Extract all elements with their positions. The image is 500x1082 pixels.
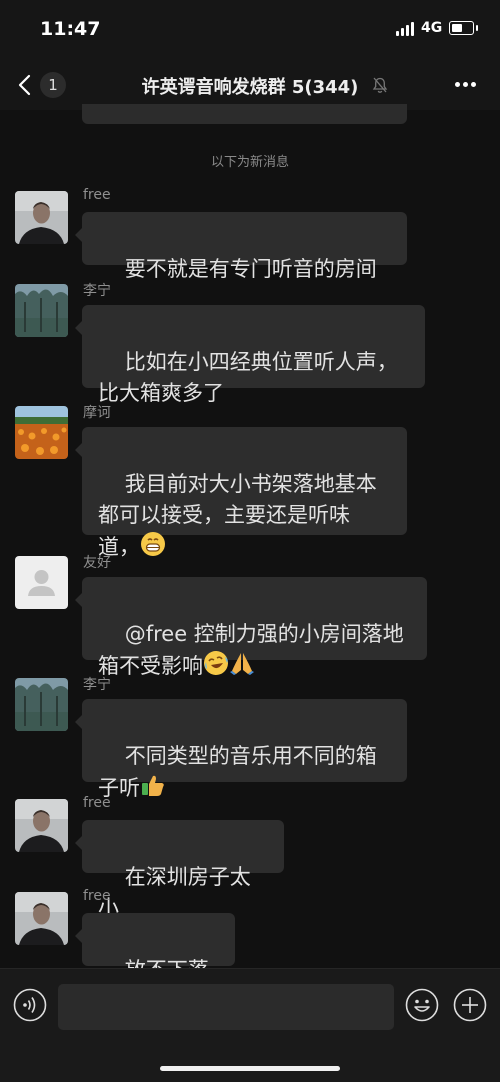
emoji-picker-icon[interactable] bbox=[405, 988, 439, 1022]
voice-input-icon[interactable] bbox=[13, 988, 47, 1022]
avatar[interactable] bbox=[15, 678, 68, 731]
forest-avatar-icon bbox=[15, 284, 68, 337]
previous-message-bubble bbox=[82, 104, 407, 124]
message-bubble[interactable]: 不同类型的音乐用不同的箱 子听 bbox=[75, 699, 407, 800]
sender-name: free bbox=[83, 187, 111, 203]
default-user-avatar-icon bbox=[15, 556, 68, 609]
message-bubble[interactable]: @free 控制力强的小房间落地 箱不受影响 bbox=[75, 577, 427, 678]
avatar[interactable] bbox=[15, 406, 68, 459]
thumbs-up-emoji-icon bbox=[142, 775, 164, 796]
message-bubble[interactable]: 放不下落地 bbox=[75, 913, 235, 1013]
forest-avatar-icon bbox=[15, 678, 68, 731]
sender-name: 友好 bbox=[83, 555, 111, 571]
portrait-avatar-icon bbox=[15, 191, 68, 244]
home-indicator[interactable] bbox=[160, 1066, 340, 1071]
grin-emoji-icon bbox=[141, 532, 165, 556]
portrait-avatar-icon bbox=[15, 799, 68, 852]
avatar[interactable] bbox=[15, 556, 68, 609]
avatar[interactable] bbox=[15, 892, 68, 945]
portrait-avatar-icon bbox=[15, 892, 68, 945]
message-input[interactable] bbox=[58, 984, 394, 1030]
sender-name: free bbox=[83, 795, 111, 811]
avatar[interactable] bbox=[15, 799, 68, 852]
mute-bell-icon bbox=[372, 77, 388, 93]
message-bubble[interactable]: 要不就是有专门听音的房间 bbox=[75, 212, 407, 281]
sender-name: 李宁 bbox=[83, 283, 111, 299]
battery-icon bbox=[449, 21, 478, 35]
message-text: 在深圳房子太小 bbox=[98, 865, 251, 920]
message-text: 要不就是有专门听音的房间 bbox=[124, 257, 377, 281]
message-bubble[interactable]: 在深圳房子太小 bbox=[75, 820, 284, 920]
sender-name: 摩诃 bbox=[83, 405, 111, 421]
network-type: 4G bbox=[421, 20, 443, 36]
chat-title-text: 许英谔音响发烧群 5(344) bbox=[141, 77, 359, 98]
chat-header: 1 许英谔音响发烧群 5(344) bbox=[0, 60, 500, 110]
more-options-icon[interactable] bbox=[451, 82, 481, 88]
new-messages-divider: 以下为新消息 bbox=[210, 155, 289, 170]
message-bubble[interactable]: 比如在小四经典位置听人声， 比大箱爽多了 bbox=[75, 305, 425, 405]
message-bubble[interactable]: 我目前对大小书架落地基本 都可以接受，主要还是听味 道， bbox=[75, 427, 407, 559]
sender-name: 李宁 bbox=[83, 677, 111, 693]
signal-icon bbox=[396, 22, 416, 36]
status-bar: 11:47 4G bbox=[0, 0, 500, 60]
add-attachment-icon[interactable] bbox=[453, 988, 487, 1022]
message-text: 比如在小四经典位置听人声， 比大箱爽多了 bbox=[98, 350, 398, 405]
avatar[interactable] bbox=[15, 284, 68, 337]
crying-laugh-emoji-icon bbox=[204, 651, 228, 675]
flower-field-avatar-icon bbox=[15, 406, 68, 459]
praying-hands-emoji-icon bbox=[230, 653, 254, 675]
input-bar bbox=[0, 968, 500, 1082]
avatar[interactable] bbox=[15, 191, 68, 244]
status-time: 11:47 bbox=[40, 18, 101, 40]
sender-name: free bbox=[83, 888, 111, 904]
chat-title: 许英谔音响发烧群 5(344) bbox=[0, 73, 500, 99]
